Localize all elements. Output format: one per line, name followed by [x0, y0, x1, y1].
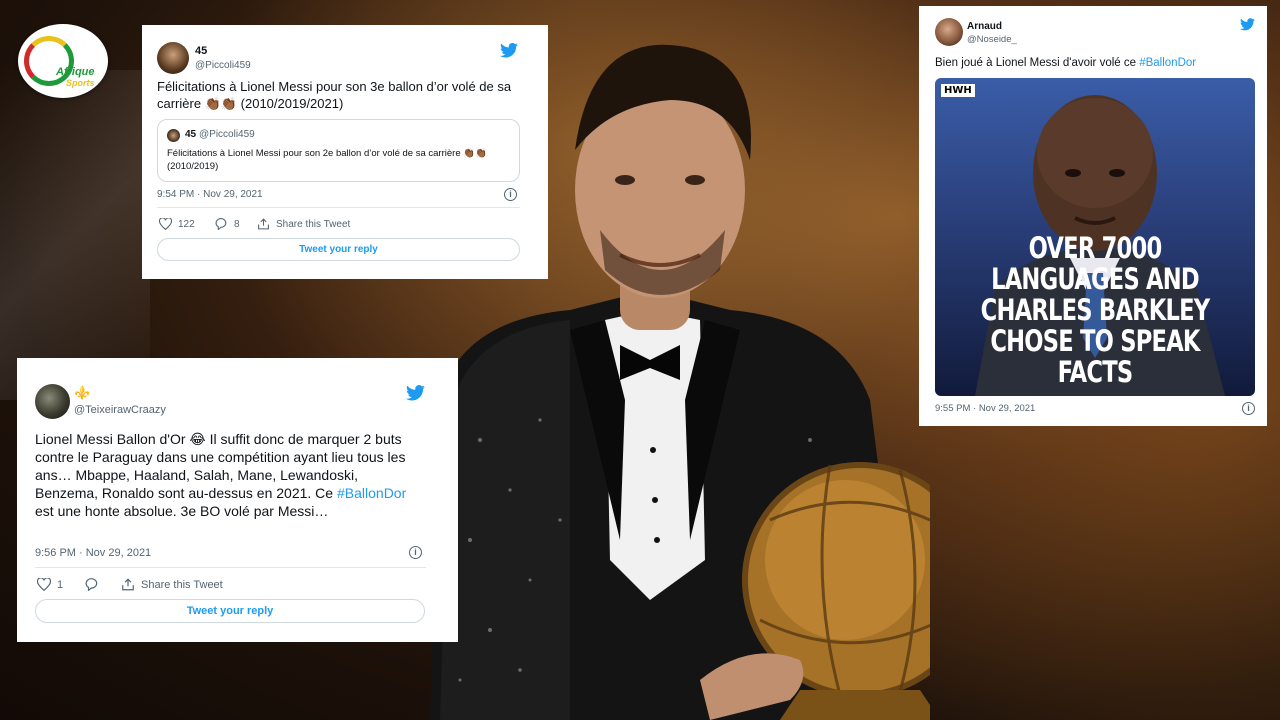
tweet-author-handle[interactable]: @Noseide_ [967, 34, 1017, 45]
avatar [167, 129, 180, 142]
share-label: Share this Tweet [141, 578, 223, 591]
tweet-text: Lionel Messi Ballon d'Or 😂 Il suffit don… [35, 430, 415, 520]
tweet-your-reply-button[interactable]: Tweet your reply [35, 599, 425, 623]
hashtag-link[interactable]: #BallonDor [1139, 57, 1196, 69]
meme-caption: OVER 7000 LANGUAGES AND CHARLES BARKLEY … [980, 231, 1211, 389]
quoted-text: Félicitations à Lionel Messi pour son 2e… [167, 148, 487, 172]
divider [157, 207, 520, 208]
tweet-text-body: est une honte absolue. 3e BO volé par Me… [35, 503, 329, 519]
tweet-timestamp[interactable]: 9:56 PM · Nov 29, 2021 [35, 547, 151, 559]
quoted-author-name: 45 [185, 129, 197, 140]
reply-icon [85, 578, 98, 591]
quoted-tweet[interactable]: 45 @Piccoli459 Félicitations à Lionel Me… [157, 119, 520, 182]
heart-icon [37, 578, 51, 591]
share-button[interactable]: Share this Tweet [257, 218, 350, 230]
divider [35, 567, 426, 568]
avatar[interactable] [935, 18, 963, 46]
tweet-author-name[interactable]: 45 [195, 45, 207, 57]
like-button[interactable]: 1 [37, 578, 63, 591]
tweet-author-name[interactable]: Arnaud [967, 21, 1002, 32]
info-icon[interactable]: i [409, 546, 422, 559]
reply-icon [215, 218, 227, 230]
heart-icon [159, 218, 172, 230]
quoted-author-handle: @Piccoli459 [199, 129, 255, 140]
share-icon [122, 578, 134, 591]
tweet-card[interactable]: Arnaud @Noseide_ Bien joué à Lionel Mess… [919, 6, 1267, 426]
twitter-bird-icon[interactable] [1240, 18, 1255, 31]
info-icon[interactable]: i [504, 188, 517, 201]
tweet-card[interactable]: 45 @Piccoli459 Félicitations à Lionel Me… [142, 25, 548, 279]
tweet-text-body: Bien joué à Lionel Messi d'avoir volé ce [935, 57, 1140, 69]
twitter-bird-icon[interactable] [406, 385, 425, 401]
reply-action[interactable] [85, 578, 99, 591]
reply-action[interactable]: 8 [215, 218, 240, 230]
tweet-timestamp[interactable]: 9:54 PM · Nov 29, 2021 [157, 189, 263, 200]
like-button[interactable]: 122 [159, 218, 195, 230]
tweet-card[interactable]: ⚜️ @TeixeirawCraazy Lionel Messi Ballon … [17, 358, 458, 642]
afrique-sports-logo[interactable]: Afrique Sports [18, 24, 108, 98]
info-icon[interactable]: i [1242, 402, 1255, 415]
reply-count: 8 [234, 218, 240, 230]
like-count: 122 [178, 218, 195, 230]
hashtag-link[interactable]: #BallonDor [337, 485, 406, 501]
tweet-your-reply-button[interactable]: Tweet your reply [157, 238, 520, 261]
tweet-text: Félicitations à Lionel Messi pour son 3e… [157, 79, 512, 111]
share-button[interactable]: Share this Tweet [121, 578, 223, 591]
tweet-author-handle[interactable]: @TeixeirawCraazy [74, 404, 166, 416]
logo-text: Afrique [56, 66, 95, 78]
like-count: 1 [57, 578, 64, 591]
avatar[interactable] [157, 42, 189, 74]
stage-light [0, 70, 150, 400]
share-icon [258, 218, 269, 230]
avatar[interactable] [35, 384, 70, 419]
tweet-text: Bien joué à Lionel Messi d'avoir volé ce… [935, 56, 1255, 71]
tweet-timestamp[interactable]: 9:55 PM · Nov 29, 2021 [935, 403, 1035, 414]
tweet-author-name[interactable]: ⚜️ [74, 385, 90, 401]
tweet-author-handle[interactable]: @Piccoli459 [195, 60, 251, 71]
share-label: Share this Tweet [276, 218, 351, 230]
twitter-bird-icon[interactable] [500, 43, 518, 58]
meme-image[interactable]: HWH OVER 7000 LANGUAGES AND CHARLES BARK… [935, 78, 1255, 396]
logo-subtext: Sports [66, 78, 95, 88]
